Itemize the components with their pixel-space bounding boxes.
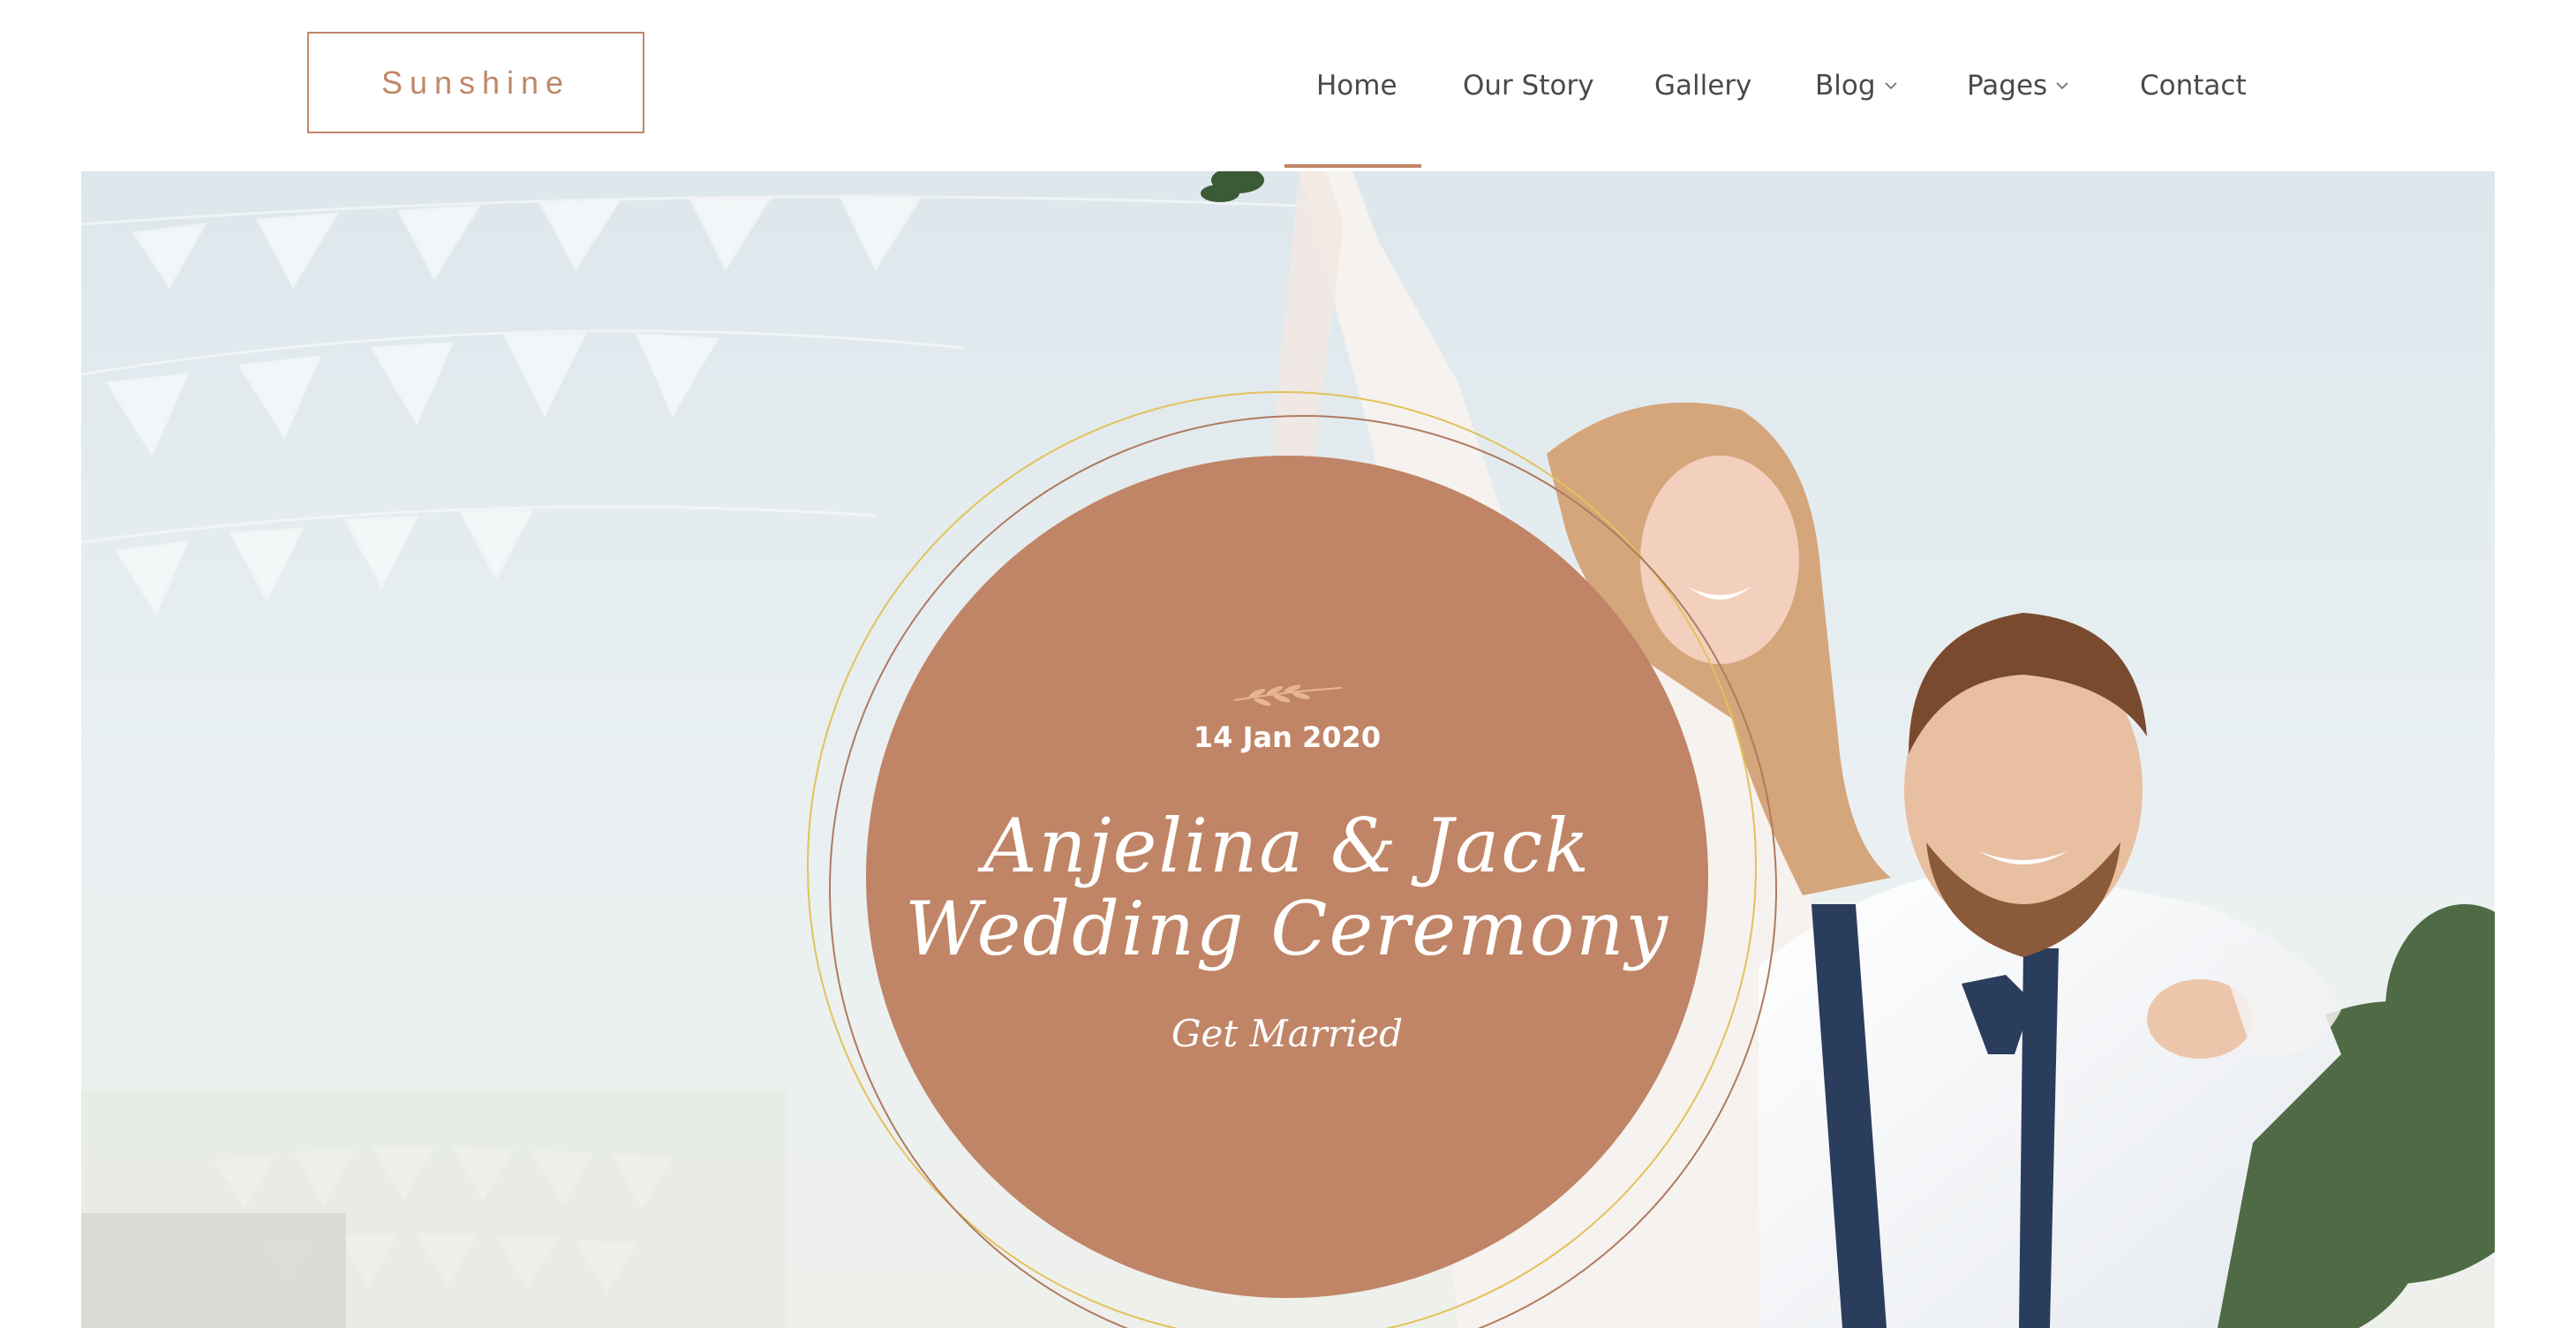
nav-home[interactable]: Home [1316, 64, 1397, 108]
chevron-down-icon [1884, 82, 1897, 90]
main-nav: Home Our Story Gallery Blog Pages Contac… [0, 0, 2576, 171]
hero-title-line2: Wedding Ceremony [905, 886, 1669, 972]
site-header: Sunshine Home Our Story Gallery Blog Pag… [0, 0, 2576, 171]
chevron-down-icon [2056, 82, 2068, 90]
nav-contact-label: Contact [2140, 70, 2247, 102]
hero-circle: 14 Jan 2020 Anjelina & Jack Wedding Cere… [866, 456, 1708, 1298]
nav-blog[interactable]: Blog [1815, 64, 1899, 108]
hero-subtitle: Get Married [1171, 1012, 1403, 1055]
wedding-date: 14 Jan 2020 [1193, 721, 1382, 754]
hero-title-line1: Anjelina & Jack [983, 803, 1592, 889]
nav-our-story-label: Our Story [1463, 70, 1594, 102]
nav-gallery-label: Gallery [1654, 70, 1752, 102]
hero-title: Anjelina & Jack Wedding Ceremony [866, 804, 1708, 970]
nav-our-story[interactable]: Our Story [1463, 64, 1594, 108]
page: Sunshine Home Our Story Gallery Blog Pag… [0, 0, 2576, 1328]
nav-blog-label: Blog [1815, 70, 1876, 102]
nav-gallery[interactable]: Gallery [1654, 64, 1751, 108]
nav-contact[interactable]: Contact [2140, 64, 2247, 108]
hero-circle-content: 14 Jan 2020 Anjelina & Jack Wedding Cere… [866, 456, 1708, 1298]
nav-pages[interactable]: Pages [1967, 64, 2070, 108]
nav-home-label: Home [1316, 70, 1397, 102]
hero-banner: 14 Jan 2020 Anjelina & Jack Wedding Cere… [81, 171, 2495, 1328]
nav-active-indicator [1284, 164, 1421, 168]
nav-pages-label: Pages [1967, 70, 2048, 102]
leaf-branch-icon [1233, 684, 1343, 706]
